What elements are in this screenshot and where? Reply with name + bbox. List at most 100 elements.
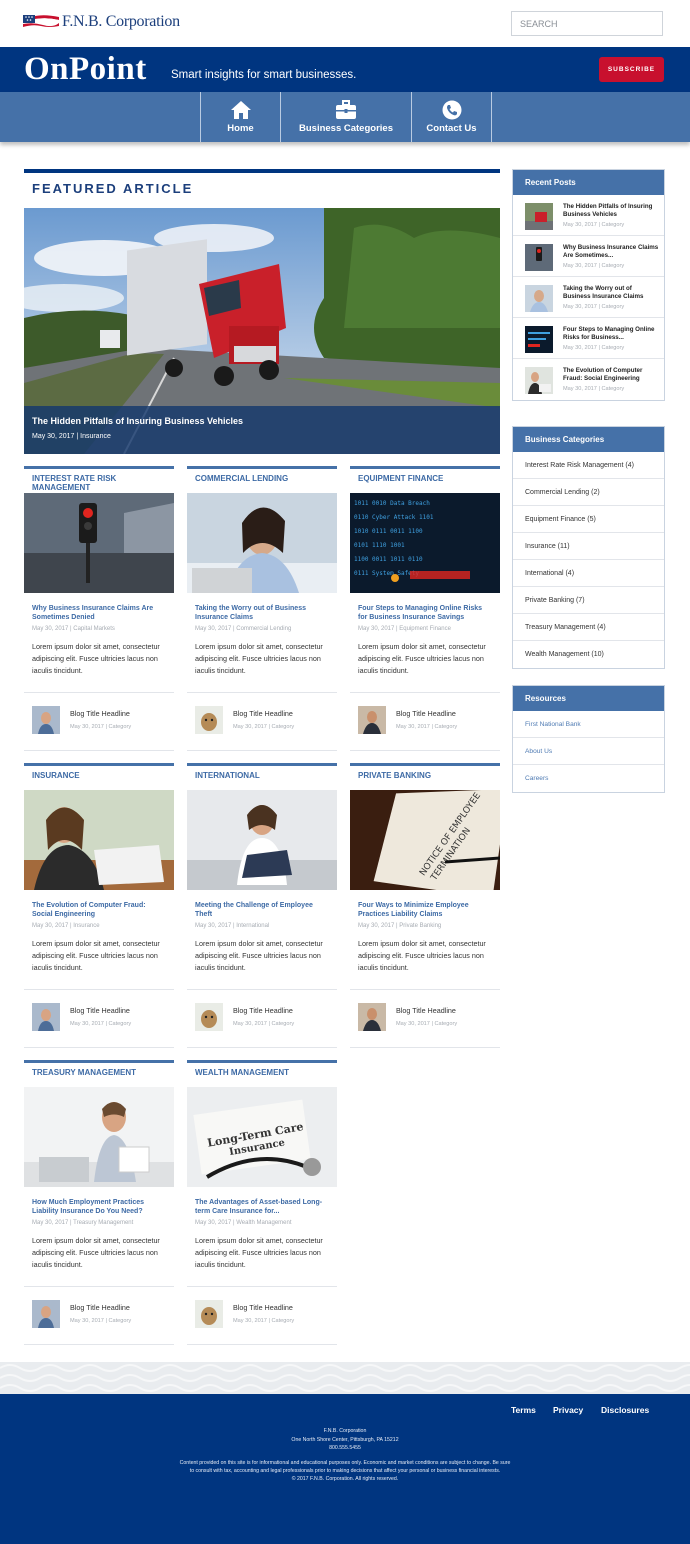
related-title[interactable]: Blog Title Headline xyxy=(70,1303,130,1312)
recent-post-thumbnail[interactable] xyxy=(525,326,553,353)
footer-link-privacy[interactable]: Privacy xyxy=(553,1405,583,1415)
resource-link[interactable]: First National Bank xyxy=(513,711,664,738)
site-title[interactable]: OnPoint xyxy=(24,51,147,88)
card-category[interactable]: PRIVATE BANKING xyxy=(358,771,498,781)
card-category[interactable]: INTEREST RATE RISK MANAGEMENT xyxy=(32,474,172,492)
card-category[interactable]: INTERNATIONAL xyxy=(195,771,335,781)
card-rule xyxy=(187,466,337,469)
related-thumbnail[interactable] xyxy=(195,1003,223,1031)
footer-link-terms[interactable]: Terms xyxy=(511,1405,536,1415)
nav-item-home[interactable]: Home xyxy=(200,92,280,142)
resource-link[interactable]: About Us xyxy=(513,738,664,765)
card-body: Lorem ipsum dolor sit amet, consectetur … xyxy=(32,1236,160,1269)
card-image[interactable] xyxy=(24,493,174,593)
category-link[interactable]: Wealth Management (10) xyxy=(513,641,664,668)
card-title[interactable]: Taking the Worry out of Business Insuran… xyxy=(195,605,330,622)
recent-post-thumbnail[interactable] xyxy=(525,203,553,230)
card-meta: May 30, 2017 | Commercial Lending xyxy=(195,626,292,632)
recent-post-item[interactable]: Taking the Worry out of Business Insuran… xyxy=(513,277,664,318)
card-title[interactable]: How Much Employment Practices Liability … xyxy=(32,1199,167,1216)
card-body: Lorem ipsum dolor sit amet, consectetur … xyxy=(32,642,160,675)
category-link[interactable]: Treasury Management (4) xyxy=(513,614,664,641)
recent-post-title[interactable]: The Hidden Pitfalls of Insuring Business… xyxy=(563,203,659,219)
related-thumbnail[interactable] xyxy=(32,1003,60,1031)
nav-item-business-categories[interactable]: Business Categories xyxy=(280,92,411,142)
featured-title[interactable]: The Hidden Pitfalls of Insuring Business… xyxy=(32,416,243,426)
recent-post-item[interactable]: Why Business Insurance Claims Are Someti… xyxy=(513,236,664,277)
nav-item-contact-us[interactable]: Contact Us xyxy=(411,92,492,142)
related-thumbnail[interactable] xyxy=(32,1300,60,1328)
card-divider xyxy=(24,750,174,751)
recent-post-meta: May 30, 2017 | Category xyxy=(563,304,625,310)
card-category[interactable]: COMMERCIAL LENDING xyxy=(195,474,335,484)
card-photo xyxy=(187,493,337,593)
card-image[interactable] xyxy=(187,790,337,890)
recent-post-item[interactable]: The Hidden Pitfalls of Insuring Business… xyxy=(513,195,664,236)
card-photo xyxy=(24,1087,174,1187)
related-thumbnail[interactable] xyxy=(195,1300,223,1328)
category-link[interactable]: Private Banking (7) xyxy=(513,587,664,614)
related-title[interactable]: Blog Title Headline xyxy=(233,709,293,718)
card-title[interactable]: The Evolution of Computer Fraud: Social … xyxy=(32,902,167,919)
category-link[interactable]: Equipment Finance (5) xyxy=(513,506,664,533)
recent-post-title[interactable]: Why Business Insurance Claims Are Someti… xyxy=(563,244,659,260)
card-image[interactable] xyxy=(24,790,174,890)
card-title[interactable]: Why Business Insurance Claims Are Someti… xyxy=(32,605,167,622)
recent-post-thumbnail[interactable] xyxy=(525,285,553,312)
related-thumbnail[interactable] xyxy=(358,1003,386,1031)
featured-article[interactable]: The Hidden Pitfalls of Insuring Business… xyxy=(24,208,500,454)
related-thumbnail[interactable] xyxy=(32,706,60,734)
card-divider xyxy=(24,1344,174,1345)
related-title[interactable]: Blog Title Headline xyxy=(396,1006,456,1015)
card-image[interactable]: 1011 0010 Data Breach 0110 Cyber Attack 1… xyxy=(350,493,500,593)
card-title[interactable]: The Advantages of Asset-based Long-term … xyxy=(195,1199,330,1216)
card-category[interactable]: TREASURY MANAGEMENT xyxy=(32,1068,172,1078)
related-thumbnail[interactable] xyxy=(195,706,223,734)
card-divider xyxy=(24,1047,174,1048)
related-title[interactable]: Blog Title Headline xyxy=(396,709,456,718)
card-image[interactable] xyxy=(187,493,337,593)
resource-link[interactable]: Careers xyxy=(513,765,664,792)
card-category[interactable]: EQUIPMENT FINANCE xyxy=(358,474,498,484)
category-link[interactable]: Interest Rate Risk Management (4) xyxy=(513,452,664,479)
recent-post-thumbnail[interactable] xyxy=(525,244,553,271)
recent-post-thumbnail[interactable] xyxy=(525,367,553,394)
card-title[interactable]: Meeting the Challenge of Employee Theft xyxy=(195,902,330,919)
fnb-logo[interactable]: F.N.B. Corporation xyxy=(23,13,180,31)
category-link[interactable]: International (4) xyxy=(513,560,664,587)
briefcase-icon xyxy=(336,100,356,119)
featured-heading: FEATURED ARTICLE xyxy=(32,181,194,196)
resources-box: Resources First National Bank About Us Car… xyxy=(512,685,665,793)
category-link[interactable]: Insurance (11) xyxy=(513,533,664,560)
card-image[interactable]: NOTICE OF EMPLOYEE TERMINATION xyxy=(350,790,500,890)
recent-post-title[interactable]: The Evolution of Computer Fraud: Social … xyxy=(563,367,659,383)
related-photo xyxy=(32,706,60,734)
category-link[interactable]: Commercial Lending (2) xyxy=(513,479,664,506)
card-body: Lorem ipsum dolor sit amet, consectetur … xyxy=(195,939,323,972)
related-thumbnail[interactable] xyxy=(358,706,386,734)
card-image[interactable] xyxy=(24,1087,174,1187)
footer-link-disclosures[interactable]: Disclosures xyxy=(601,1405,649,1415)
card-category[interactable]: INSURANCE xyxy=(32,771,172,781)
recent-post-item[interactable]: The Evolution of Computer Fraud: Social … xyxy=(513,359,664,400)
card-category[interactable]: WEALTH MANAGEMENT xyxy=(195,1068,335,1078)
site-tagline: Smart insights for smart businesses. xyxy=(171,69,357,81)
recent-post-title[interactable]: Taking the Worry out of Business Insuran… xyxy=(563,285,659,301)
related-title[interactable]: Blog Title Headline xyxy=(70,1006,130,1015)
business-categories-heading: Business Categories xyxy=(513,427,664,452)
related-title[interactable]: Blog Title Headline xyxy=(233,1006,293,1015)
card-image[interactable]: Long-Term Care Insurance xyxy=(187,1087,337,1187)
related-title[interactable]: Blog Title Headline xyxy=(233,1303,293,1312)
recent-post-title[interactable]: Four Steps to Managing Online Risks for … xyxy=(563,326,659,342)
related-photo xyxy=(32,1300,60,1328)
related-title[interactable]: Blog Title Headline xyxy=(70,709,130,718)
category-card: TREASURY MANAGEMENT How Much Employment P… xyxy=(24,1060,174,1346)
card-title[interactable]: Four Steps to Managing Online Risks for … xyxy=(358,605,493,622)
top-bar: F.N.B. Corporation SEARCH xyxy=(0,0,690,47)
card-rule xyxy=(24,1060,174,1063)
card-title[interactable]: Four Ways to Minimize Employee Practices… xyxy=(358,902,493,919)
subscribe-button[interactable]: SUBSCRIBE xyxy=(599,57,664,82)
search-input[interactable]: SEARCH xyxy=(511,11,663,36)
recent-post-item[interactable]: Four Steps to Managing Online Risks for … xyxy=(513,318,664,359)
svg-text:1010 0111 0011 1100: 1010 0111 0011 1100 xyxy=(354,528,423,535)
